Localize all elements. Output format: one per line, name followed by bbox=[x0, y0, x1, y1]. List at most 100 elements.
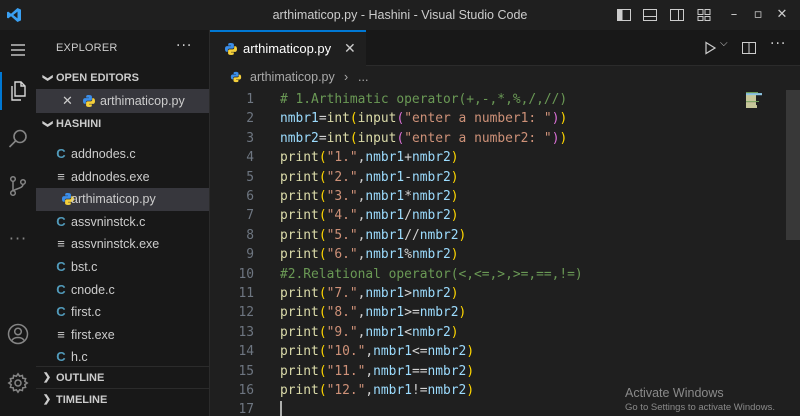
code-token: nmbr1 bbox=[373, 363, 412, 379]
explorer-icon[interactable] bbox=[0, 71, 36, 111]
code-token: ( bbox=[318, 169, 327, 185]
line-code: print("4.",nmbr1/nmbr2) bbox=[280, 206, 459, 225]
workspace-section[interactable]: ❯ HASHINI bbox=[36, 113, 209, 135]
run-file-icon[interactable] bbox=[703, 41, 717, 55]
breadcrumb-file[interactable]: arthimaticop.py bbox=[250, 66, 335, 88]
open-editors-section[interactable]: ❯ OPEN EDITORS bbox=[36, 67, 209, 89]
code-token: ( bbox=[318, 208, 327, 224]
code-token: nmbr2 bbox=[411, 247, 451, 263]
close-window-button[interactable]: ✕ bbox=[764, 0, 800, 30]
line-code: print("5.",nmbr1//nmbr2) bbox=[280, 226, 466, 245]
file-item[interactable]: Cbst.c bbox=[36, 256, 209, 279]
code-token: nmbr2 bbox=[411, 169, 451, 185]
customize-layout-icon[interactable] bbox=[695, 6, 713, 24]
line-number: 9 bbox=[246, 247, 254, 263]
run-dropdown-chevron-icon[interactable]: ⌵ bbox=[720, 38, 728, 49]
file-item[interactable]: Cassvninstck.c bbox=[36, 211, 209, 234]
line-code: print("10.",nmbr1<=nmbr2) bbox=[280, 342, 474, 361]
code-token: "9." bbox=[326, 324, 358, 340]
file-name: cnode.c bbox=[71, 282, 115, 297]
code-token: / bbox=[404, 208, 412, 224]
line-code: print("6.",nmbr1%nmbr2) bbox=[280, 245, 459, 264]
editor-more-actions-button[interactable]: ··· bbox=[770, 36, 786, 52]
code-line: 10 #2.Relational operator(<,<=,>,>=,==,!=… bbox=[210, 265, 770, 284]
chevron-right-icon: ❯ bbox=[42, 372, 52, 383]
toggle-panel-icon[interactable] bbox=[641, 6, 659, 24]
code-token: nmbr1 bbox=[365, 305, 405, 321]
account-icon[interactable] bbox=[0, 314, 36, 354]
code-token: == bbox=[411, 363, 428, 379]
code-editor[interactable]: 1 # 1.Arthimatic operator(+,-,*,%,/,//) 2 n… bbox=[210, 88, 800, 416]
menu-icon[interactable] bbox=[0, 30, 36, 70]
line-code: print("2.",nmbr1-nmbr2) bbox=[280, 168, 459, 187]
code-token: ) bbox=[559, 130, 568, 146]
code-token: nmbr1 bbox=[365, 169, 405, 185]
file-name: first.exe bbox=[71, 327, 115, 342]
activity-bar: ··· bbox=[0, 30, 36, 416]
line-number: 13 bbox=[238, 324, 254, 340]
split-editor-icon[interactable] bbox=[741, 40, 757, 56]
minimap[interactable] bbox=[746, 92, 764, 108]
code-token: print bbox=[280, 286, 319, 301]
tab-close-icon[interactable]: ✕ bbox=[344, 32, 356, 66]
code-token: "11." bbox=[326, 363, 366, 379]
file-name: bst.c bbox=[71, 260, 98, 274]
timeline-section[interactable]: ❯ TIMELINE bbox=[36, 388, 209, 410]
code-token: nmbr2 bbox=[411, 189, 451, 204]
code-token: nmbr2 bbox=[419, 227, 459, 243]
line-number: 14 bbox=[238, 344, 254, 360]
more-icon[interactable]: ··· bbox=[0, 218, 36, 258]
code-token: "1." bbox=[326, 150, 358, 166]
file-item[interactable]: ≡ assvninstck.exe bbox=[36, 233, 209, 256]
c-file-icon: C bbox=[56, 213, 66, 229]
search-icon[interactable] bbox=[0, 119, 36, 159]
code-token: ( bbox=[318, 189, 327, 204]
activate-windows-title: Activate Windows bbox=[625, 386, 724, 400]
line-code: print("12.",nmbr1!=nmbr2) bbox=[280, 381, 474, 400]
line-number: 3 bbox=[246, 130, 254, 146]
code-token: ( bbox=[318, 247, 327, 263]
tab-arthimaticop[interactable]: arthimaticop.py ✕ bbox=[210, 30, 366, 66]
code-token: nmbr2 bbox=[427, 344, 467, 360]
code-token: ) bbox=[458, 227, 467, 243]
file-item[interactable]: Cfirst.c bbox=[36, 301, 209, 324]
tab-label: arthimaticop.py bbox=[243, 41, 332, 56]
close-icon[interactable]: ✕ bbox=[62, 89, 73, 113]
code-token: ) bbox=[450, 286, 459, 301]
source-control-icon[interactable] bbox=[0, 166, 36, 206]
code-line: 1 # 1.Arthimatic operator(+,-,*,%,/,//) bbox=[210, 90, 770, 109]
line-number: 11 bbox=[238, 286, 254, 301]
code-token: "6." bbox=[326, 247, 358, 263]
code-token: , bbox=[365, 344, 374, 360]
settings-gear-icon[interactable] bbox=[0, 363, 36, 403]
code-token: ) bbox=[466, 344, 475, 360]
code-token: print bbox=[280, 227, 319, 243]
code-token: , bbox=[365, 383, 374, 398]
code-token: + bbox=[404, 150, 412, 166]
c-file-icon: C bbox=[56, 304, 66, 320]
file-item[interactable]: ≡ first.exe bbox=[36, 324, 209, 347]
file-item[interactable]: Ccnode.c bbox=[36, 279, 209, 302]
line-number: 8 bbox=[246, 227, 254, 243]
outline-section[interactable]: ❯ OUTLINE bbox=[36, 366, 209, 388]
editor-scrollbar[interactable] bbox=[786, 90, 800, 240]
file-item[interactable]: Caddnodes.c bbox=[36, 143, 209, 166]
toggle-secondary-sidebar-icon[interactable] bbox=[668, 6, 686, 24]
file-item[interactable]: arthimaticop.py bbox=[36, 188, 209, 211]
code-token: "2." bbox=[326, 169, 358, 185]
outline-label: OUTLINE bbox=[56, 372, 105, 384]
code-token: ) bbox=[450, 189, 459, 204]
python-file-icon bbox=[225, 43, 237, 55]
code-line: 2 nmbr1=int(input("enter a number1: ")) bbox=[210, 109, 770, 128]
code-line: 12 print("8.",nmbr1>=nmbr2) bbox=[210, 303, 770, 322]
file-name: arthimaticop.py bbox=[71, 192, 156, 207]
binary-file-icon: ≡ bbox=[57, 326, 65, 342]
open-editor-item[interactable]: ✕ arthimaticop.py bbox=[36, 89, 209, 113]
code-line: 6 print("3.",nmbr1*nmbr2) bbox=[210, 187, 770, 206]
code-token: "4." bbox=[326, 208, 358, 224]
file-item[interactable]: ≡ addnodes.exe bbox=[36, 166, 209, 189]
breadcrumb-symbols[interactable]: ... bbox=[358, 66, 368, 88]
explorer-more-actions-button[interactable]: ··· bbox=[176, 38, 192, 54]
code-line: 5 print("2.",nmbr1-nmbr2) bbox=[210, 168, 770, 187]
toggle-primary-sidebar-icon[interactable] bbox=[615, 6, 633, 24]
